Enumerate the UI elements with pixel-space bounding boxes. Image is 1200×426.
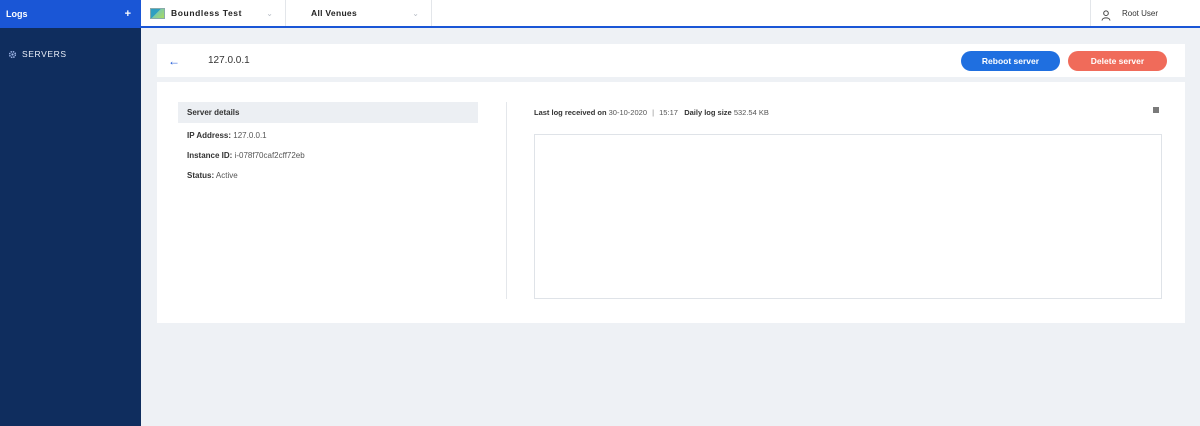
sidebar-title: Logs: [6, 9, 28, 19]
venue-select[interactable]: All Venues ⌄: [286, 0, 432, 26]
status-row: Status: Active: [178, 171, 478, 183]
server-details: Server details IP Address: 127.0.0.1 Ins…: [178, 102, 478, 183]
organization-logo: [150, 7, 165, 19]
last-log-time: 15:17: [659, 108, 678, 117]
reboot-server-button[interactable]: Reboot server: [961, 50, 1060, 71]
topbar: Boundless Test ⌄ All Venues ⌄ Root User: [141, 0, 1200, 28]
last-log-date: 30-10-2020: [608, 108, 647, 117]
ip-address-label: IP Address:: [187, 131, 232, 140]
header-actions: Reboot server Delete server: [961, 50, 1167, 71]
status-value: Active: [215, 171, 238, 180]
daily-log-size-label: Daily log size: [684, 108, 732, 117]
log-meta: Last log received on 30-10-2020 | 15:17 …: [534, 108, 769, 117]
instance-id-label: Instance ID:: [187, 151, 233, 160]
delete-server-button[interactable]: Delete server: [1068, 50, 1167, 71]
instance-id-value: i-078f70caf2cff72eb: [234, 151, 305, 160]
server-header: ← 127.0.0.1 Reboot server Delete server: [157, 44, 1185, 77]
venue-name: All Venues: [311, 8, 357, 18]
divider: [506, 102, 507, 299]
stop-icon[interactable]: [1153, 107, 1159, 113]
plus-icon[interactable]: +: [125, 8, 131, 20]
server-detail-card: Server details IP Address: 127.0.0.1 Ins…: [157, 82, 1185, 323]
status-label: Status:: [187, 171, 215, 180]
sidebar-header: Logs +: [0, 0, 141, 28]
last-log-label: Last log received on: [534, 108, 607, 117]
sidebar-item-servers[interactable]: SERVERS: [0, 46, 141, 62]
user-menu[interactable]: Root User: [1090, 0, 1200, 26]
chevron-down-icon: ⌄: [412, 8, 419, 18]
ip-address-row: IP Address: 127.0.0.1: [178, 131, 478, 143]
gear-icon: [8, 50, 17, 59]
server-details-title: Server details: [178, 102, 478, 123]
separator: |: [652, 108, 655, 117]
log-output[interactable]: [534, 134, 1162, 299]
back-arrow-icon[interactable]: ←: [168, 54, 182, 68]
user-icon: [1101, 8, 1111, 21]
organization-name: Boundless Test: [171, 8, 243, 18]
sidebar: Logs + SERVERS: [0, 0, 141, 426]
daily-log-size-value: 532.54 KB: [733, 108, 769, 117]
organization-select[interactable]: Boundless Test ⌄: [141, 0, 286, 26]
user-name: Root User: [1122, 8, 1159, 18]
instance-id-row: Instance ID: i-078f70caf2cff72eb: [178, 151, 478, 163]
page-title: 127.0.0.1: [208, 55, 250, 66]
ip-address-value: 127.0.0.1: [233, 131, 267, 140]
sidebar-nav: SERVERS: [0, 28, 141, 62]
chevron-down-icon: ⌄: [266, 8, 273, 18]
sidebar-item-label: SERVERS: [22, 49, 67, 59]
